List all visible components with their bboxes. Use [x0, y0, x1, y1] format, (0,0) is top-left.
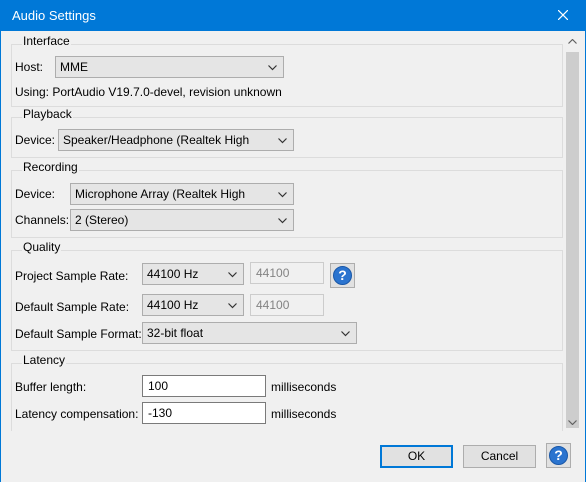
project-rate-field[interactable]: 44100	[250, 262, 324, 284]
sample-format-value: 32-bit float	[147, 326, 204, 340]
chevron-down-icon	[228, 272, 237, 278]
title-bar[interactable]: Audio Settings	[0, 0, 586, 31]
sample-format-label: Default Sample Format:	[15, 327, 142, 341]
channels-value: 2 (Stereo)	[75, 213, 129, 227]
buffer-length-input[interactable]: 100	[142, 375, 266, 397]
cancel-button[interactable]: Cancel	[463, 445, 536, 468]
host-label: Host:	[15, 60, 44, 74]
recording-device-value: Microphone Array (Realtek High	[75, 187, 246, 201]
quality-group-label: Quality	[22, 240, 62, 254]
host-select-value: MME	[60, 60, 88, 74]
chevron-down-icon	[341, 331, 350, 337]
playback-device-label: Device:	[15, 133, 56, 147]
window-title: Audio Settings	[12, 8, 96, 23]
host-select[interactable]: MME	[55, 56, 284, 78]
recording-device-select[interactable]: Microphone Array (Realtek High	[70, 183, 294, 205]
using-text: Using: PortAudio V19.7.0-devel, revision…	[15, 85, 282, 99]
help-icon: ?	[333, 266, 352, 285]
settings-panel: Interface Host: MME Using: PortAudio V19…	[6, 33, 564, 431]
default-rate-select[interactable]: 44100 Hz	[142, 294, 244, 316]
close-button[interactable]	[540, 0, 586, 31]
scroll-up-button[interactable]	[564, 33, 581, 50]
close-icon	[558, 10, 568, 20]
chevron-down-icon	[278, 192, 287, 198]
vertical-scrollbar[interactable]	[564, 33, 581, 431]
chevron-up-icon	[568, 39, 577, 44]
default-rate-value: 44100 Hz	[147, 298, 199, 312]
recording-device-label: Device:	[15, 187, 56, 201]
buffer-length-unit: milliseconds	[271, 380, 337, 394]
project-rate-select[interactable]: 44100 Hz	[142, 263, 244, 285]
channels-select[interactable]: 2 (Stereo)	[70, 209, 294, 231]
interface-group: Interface Host: MME Using: PortAudio V19…	[11, 34, 563, 107]
quality-group: Quality Project Sample Rate: 44100 Hz 44…	[11, 240, 563, 351]
playback-device-select[interactable]: Speaker/Headphone (Realtek High	[58, 129, 294, 151]
latency-group-label: Latency	[22, 353, 67, 367]
latency-group: Latency Buffer length: 100 milliseconds …	[11, 353, 563, 431]
default-rate-label: Default Sample Rate:	[15, 300, 130, 314]
chevron-down-icon	[268, 65, 277, 71]
dialog-help-button[interactable]: ?	[546, 443, 571, 468]
chevron-down-icon	[568, 420, 577, 425]
project-rate-label: Project Sample Rate:	[15, 269, 129, 283]
default-rate-field[interactable]: 44100	[250, 294, 324, 316]
latency-compensation-label: Latency compensation:	[15, 407, 139, 421]
chevron-down-icon	[228, 303, 237, 309]
latency-compensation-unit: milliseconds	[271, 407, 337, 421]
chevron-down-icon	[278, 218, 287, 224]
channels-label: Channels:	[15, 213, 70, 227]
project-rate-help-button[interactable]: ?	[330, 263, 355, 288]
chevron-down-icon	[278, 138, 287, 144]
sample-format-select[interactable]: 32-bit float	[142, 322, 357, 344]
scroll-down-button[interactable]	[564, 414, 581, 431]
playback-device-value: Speaker/Headphone (Realtek High	[63, 133, 250, 147]
ok-button[interactable]: OK	[380, 445, 453, 468]
window-border-left	[0, 31, 1, 482]
scroll-thumb[interactable]	[566, 52, 579, 428]
recording-group-label: Recording	[22, 160, 79, 174]
playback-group: Playback Device: Speaker/Headphone (Real…	[11, 107, 563, 158]
playback-group-label: Playback	[22, 107, 73, 121]
recording-group: Recording Device: Microphone Array (Real…	[11, 160, 563, 238]
help-icon: ?	[549, 446, 568, 465]
project-rate-value: 44100 Hz	[147, 267, 199, 281]
buffer-length-label: Buffer length:	[15, 380, 87, 394]
latency-compensation-input[interactable]: -130	[142, 402, 266, 424]
interface-group-label: Interface	[22, 34, 71, 48]
